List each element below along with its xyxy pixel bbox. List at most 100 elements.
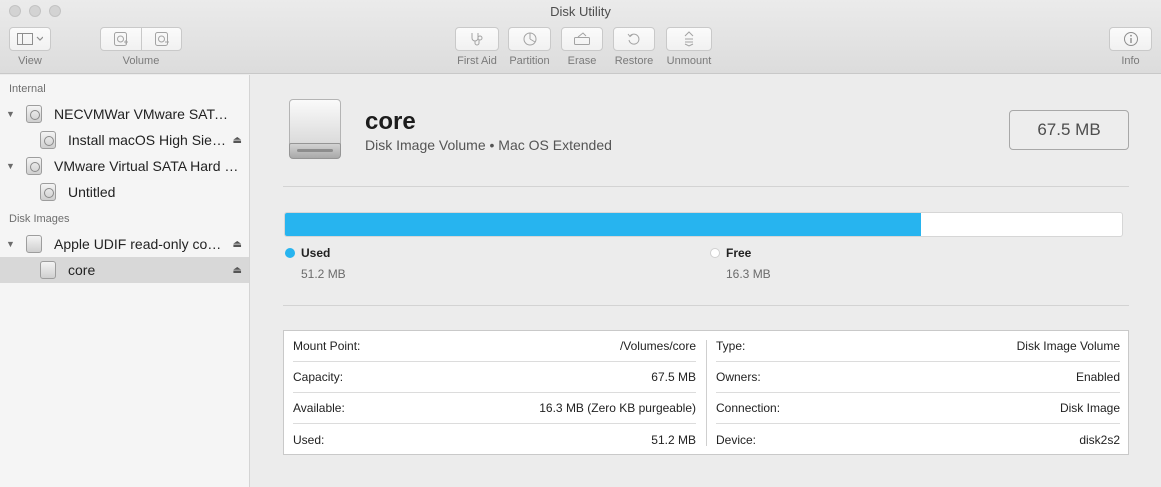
partition-icon xyxy=(523,32,536,46)
volume-label: Volume xyxy=(122,55,160,67)
eject-icon[interactable]: ⏏ xyxy=(233,265,242,276)
info-row-type: Type: Disk Image Volume xyxy=(716,331,1120,362)
eject-icon[interactable]: ⏏ xyxy=(233,239,242,250)
free-color-dot xyxy=(710,248,720,258)
info-key: Available: xyxy=(293,401,345,415)
info-value: 16.3 MB (Zero KB purgeable) xyxy=(539,401,696,415)
volume-info-table: Mount Point: /Volumes/core Capacity: 67.… xyxy=(283,330,1129,455)
volume-size-badge: 67.5 MB xyxy=(1009,110,1129,150)
info-icon xyxy=(1123,32,1138,46)
volume-description: Disk Image Volume • Mac OS Extended xyxy=(365,137,612,153)
info-key: Used: xyxy=(293,432,325,447)
sidebar-item-untitled[interactable]: Untitled xyxy=(0,179,249,205)
disk-image-icon xyxy=(26,235,42,253)
hard-disk-icon xyxy=(40,131,56,149)
view-group: View xyxy=(9,27,51,67)
info-row-device: Device: disk2s2 xyxy=(716,424,1120,455)
erase-button[interactable] xyxy=(561,27,603,51)
sidebar-item-necvmwar-disk[interactable]: ▼ NECVMWar VMware SATA... xyxy=(0,101,249,127)
restore-group: Restore xyxy=(613,27,655,67)
external-volume-icon xyxy=(289,99,341,159)
erase-group: Erase xyxy=(561,27,603,67)
sidebar-item-label: Install macOS High Sierra xyxy=(68,132,228,148)
info-row-capacity: Capacity: 67.5 MB xyxy=(293,362,696,393)
remove-volume-button[interactable] xyxy=(141,28,181,50)
info-column-left: Mount Point: /Volumes/core Capacity: 67.… xyxy=(284,331,707,454)
stethoscope-icon xyxy=(471,33,483,46)
info-value: 51.2 MB xyxy=(651,432,696,447)
restore-button[interactable] xyxy=(613,27,655,51)
erase-label: Erase xyxy=(567,55,597,67)
info-value: /Volumes/core xyxy=(619,339,696,353)
sidebar-item-label: Apple UDIF read-only com... xyxy=(54,236,226,252)
info-row-connection: Connection: Disk Image xyxy=(716,393,1120,424)
disk-utility-window: Disk Utility View Volume First Aid Parti… xyxy=(0,0,1161,487)
partition-label: Partition xyxy=(509,55,550,67)
sidebar-item-label: NECVMWar VMware SATA... xyxy=(54,106,234,122)
info-value: disk2s2 xyxy=(1079,432,1120,447)
info-label: Info xyxy=(1121,55,1140,67)
view-label: View xyxy=(18,55,42,67)
volume-segmented-control xyxy=(100,27,182,51)
disclosure-triangle-icon[interactable]: ▼ xyxy=(6,161,15,171)
divider xyxy=(283,305,1129,306)
unmount-button[interactable] xyxy=(666,27,712,51)
info-key: Device: xyxy=(716,432,757,447)
info-button[interactable] xyxy=(1109,27,1152,51)
legend-used-label: Used xyxy=(301,246,331,260)
info-key: Owners: xyxy=(716,370,761,384)
volume-icon xyxy=(40,261,56,279)
eject-icon[interactable]: ⏏ xyxy=(233,135,242,146)
hard-disk-icon xyxy=(26,157,42,175)
sidebar-section-internal: Internal xyxy=(9,83,46,95)
info-value: Disk Image xyxy=(1059,401,1120,415)
sidebar-item-vmware-sata-disk[interactable]: ▼ VMware Virtual SATA Hard Dr... xyxy=(0,153,249,179)
first-aid-label: First Aid xyxy=(457,55,497,67)
sidebar: Internal ▼ NECVMWar VMware SATA... Insta… xyxy=(0,75,250,487)
sidebar-item-install-macos[interactable]: Install macOS High Sierra ⏏ xyxy=(0,127,249,153)
info-row-owners: Owners: Enabled xyxy=(716,362,1120,393)
sidebar-item-core[interactable]: core ⏏ xyxy=(0,257,249,283)
disclosure-triangle-icon[interactable]: ▼ xyxy=(6,109,15,119)
first-aid-group: First Aid xyxy=(455,27,499,67)
used-color-dot xyxy=(285,248,295,258)
sidebar-item-label: Untitled xyxy=(68,184,116,200)
legend-used-value: 51.2 MB xyxy=(301,267,346,281)
info-row-mount-point: Mount Point: /Volumes/core xyxy=(293,331,696,362)
info-row-available: Available: 16.3 MB (Zero KB purgeable) xyxy=(293,393,696,424)
volume-detail-pane: core Disk Image Volume • Mac OS Extended… xyxy=(251,75,1161,487)
info-value: Enabled xyxy=(1075,370,1120,384)
add-volume-icon xyxy=(114,32,128,46)
info-key: Capacity: xyxy=(293,370,344,384)
usage-bar xyxy=(284,212,1123,237)
hard-disk-icon xyxy=(40,183,56,201)
partition-group: Partition xyxy=(508,27,551,67)
volume-name: core xyxy=(365,108,416,135)
unmount-group: Unmount xyxy=(666,27,712,67)
info-key: Type: xyxy=(716,339,746,353)
info-row-used: Used: 51.2 MB xyxy=(293,424,696,455)
window-title: Disk Utility xyxy=(550,4,611,19)
add-volume-button[interactable] xyxy=(101,28,141,50)
info-value: Disk Image Volume xyxy=(1016,339,1120,353)
view-button[interactable] xyxy=(9,27,51,51)
remove-volume-icon xyxy=(154,32,169,46)
hard-disk-icon xyxy=(26,105,42,123)
unmount-icon xyxy=(684,31,694,47)
disclosure-triangle-icon[interactable]: ▼ xyxy=(6,239,15,249)
sidebar-item-label: VMware Virtual SATA Hard Dr... xyxy=(54,158,246,174)
info-group: Info xyxy=(1109,27,1152,67)
legend-free-label: Free xyxy=(726,246,752,260)
info-value: 67.5 MB xyxy=(651,370,696,384)
sidebar-item-apple-udif-image[interactable]: ▼ Apple UDIF read-only com... ⏏ xyxy=(0,231,249,257)
volume-group: Volume xyxy=(100,27,182,67)
divider xyxy=(283,186,1129,187)
sidebar-icon xyxy=(17,33,43,45)
usage-bar-used-fill xyxy=(285,213,922,236)
first-aid-button[interactable] xyxy=(455,27,499,51)
toolbar: Disk Utility View Volume First Aid Parti… xyxy=(0,0,1161,74)
legend-free-value: 16.3 MB xyxy=(726,267,771,281)
restore-icon xyxy=(627,33,640,45)
partition-button[interactable] xyxy=(508,27,551,51)
unmount-label: Unmount xyxy=(666,55,712,67)
